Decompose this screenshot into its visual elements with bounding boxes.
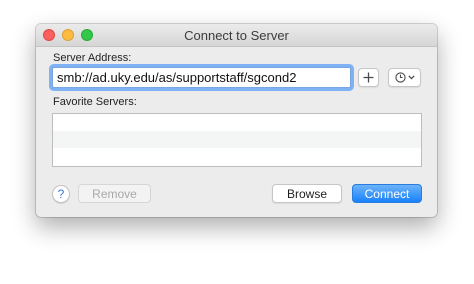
remove-button[interactable]: Remove: [78, 184, 151, 203]
add-favorite-button[interactable]: [358, 68, 379, 87]
window-title: Connect to Server: [184, 28, 289, 43]
server-address-input[interactable]: [52, 67, 351, 88]
plus-icon: [363, 72, 374, 83]
clock-icon: [394, 72, 406, 83]
list-row[interactable]: [53, 114, 421, 131]
title-bar[interactable]: Connect to Server: [36, 24, 437, 47]
list-row[interactable]: [53, 148, 421, 165]
connect-button[interactable]: Connect: [352, 184, 422, 203]
connect-to-server-window: Connect to Server Server Address: Favori…: [36, 24, 437, 217]
favorite-servers-label: Favorite Servers:: [53, 96, 137, 108]
favorite-servers-list[interactable]: [52, 113, 422, 167]
server-address-label: Server Address:: [53, 52, 132, 64]
help-button[interactable]: ?: [52, 185, 70, 203]
list-row[interactable]: [53, 131, 421, 148]
browse-button[interactable]: Browse: [272, 184, 342, 203]
chevron-down-icon: [407, 75, 415, 80]
recent-servers-button[interactable]: [388, 68, 421, 87]
